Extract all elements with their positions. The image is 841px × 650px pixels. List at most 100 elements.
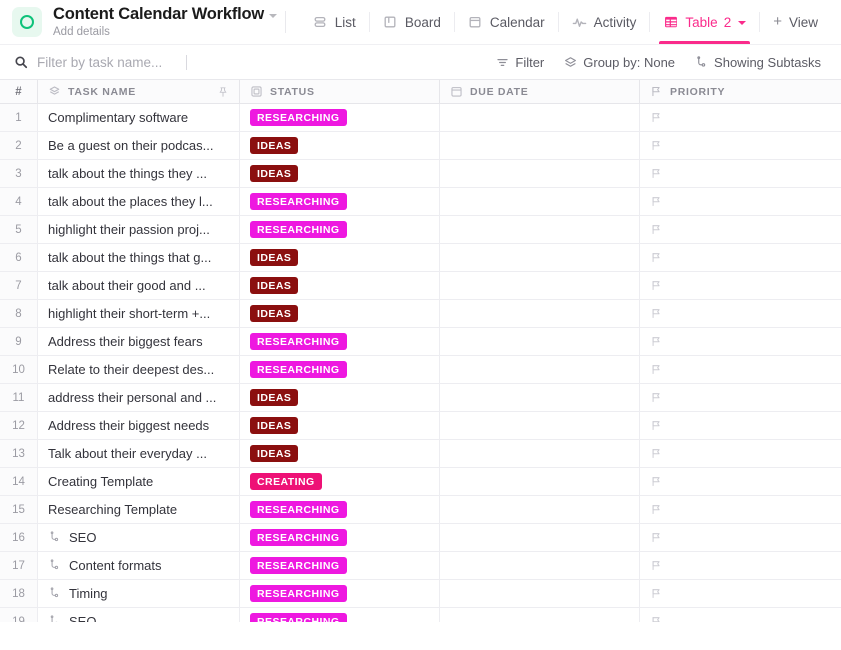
status-cell[interactable]: RESEARCHING <box>240 580 440 607</box>
flag-icon[interactable] <box>650 531 663 544</box>
priority-cell[interactable] <box>640 160 841 187</box>
task-name-cell[interactable]: Relate to their deepest des... <box>38 356 240 383</box>
due-date-cell[interactable] <box>440 104 640 131</box>
priority-cell[interactable] <box>640 356 841 383</box>
task-table[interactable]: # TASK NAME STATUS DUE DATE PRIORITY 1 C… <box>0 80 841 622</box>
task-name-cell[interactable]: Content formats <box>38 552 240 579</box>
task-name-cell[interactable]: SEO <box>38 608 240 622</box>
flag-icon[interactable] <box>650 615 663 622</box>
group-by-button[interactable]: Group by: None <box>556 51 683 74</box>
tab-board[interactable]: Board <box>370 0 454 44</box>
due-date-cell[interactable] <box>440 440 640 467</box>
due-date-cell[interactable] <box>440 356 640 383</box>
task-name-cell[interactable]: talk about the things that g... <box>38 244 240 271</box>
task-name-cell[interactable]: talk about the places they l... <box>38 188 240 215</box>
due-date-cell[interactable] <box>440 216 640 243</box>
flag-icon[interactable] <box>650 447 663 460</box>
priority-cell[interactable] <box>640 608 841 622</box>
table-row[interactable]: 11 address their personal and ... IDEAS <box>0 384 841 412</box>
search-container[interactable] <box>14 54 488 70</box>
flag-icon[interactable] <box>650 139 663 152</box>
priority-cell[interactable] <box>640 468 841 495</box>
due-date-cell[interactable] <box>440 580 640 607</box>
flag-icon[interactable] <box>650 195 663 208</box>
due-date-cell[interactable] <box>440 468 640 495</box>
status-cell[interactable]: RESEARCHING <box>240 552 440 579</box>
priority-cell[interactable] <box>640 104 841 131</box>
priority-cell[interactable] <box>640 132 841 159</box>
add-details-link[interactable]: Add details <box>53 25 277 39</box>
status-cell[interactable]: RESEARCHING <box>240 188 440 215</box>
task-name-cell[interactable]: Creating Template <box>38 468 240 495</box>
filter-button[interactable]: Filter <box>488 51 552 74</box>
due-date-cell[interactable] <box>440 244 640 271</box>
tab-activity[interactable]: Activity <box>559 0 650 44</box>
task-name-cell[interactable]: highlight their passion proj... <box>38 216 240 243</box>
flag-icon[interactable] <box>650 391 663 404</box>
table-row[interactable]: 5 highlight their passion proj... RESEARCH… <box>0 216 841 244</box>
table-row[interactable]: 17 Content formats RESEARCHING <box>0 552 841 580</box>
due-date-cell[interactable] <box>440 412 640 439</box>
task-name-cell[interactable]: address their personal and ... <box>38 384 240 411</box>
due-date-cell[interactable] <box>440 552 640 579</box>
flag-icon[interactable] <box>650 363 663 376</box>
priority-cell[interactable] <box>640 300 841 327</box>
task-name-cell[interactable]: talk about the things they ... <box>38 160 240 187</box>
task-name-cell[interactable]: SEO <box>38 524 240 551</box>
chevron-down-icon[interactable] <box>269 14 278 18</box>
table-row[interactable]: 8 highlight their short-term +... IDEAS <box>0 300 841 328</box>
add-view-button[interactable]: + View <box>760 0 831 44</box>
task-name-cell[interactable]: highlight their short-term +... <box>38 300 240 327</box>
task-name-cell[interactable]: talk about their good and ... <box>38 272 240 299</box>
task-name-cell[interactable]: Be a guest on their podcas... <box>38 132 240 159</box>
table-row[interactable]: 1 Complimentary software RESEARCHING <box>0 104 841 132</box>
due-date-cell[interactable] <box>440 132 640 159</box>
chevron-down-icon[interactable] <box>738 21 747 25</box>
priority-cell[interactable] <box>640 384 841 411</box>
table-row[interactable]: 14 Creating Template CREATING <box>0 468 841 496</box>
due-date-cell[interactable] <box>440 160 640 187</box>
priority-cell[interactable] <box>640 580 841 607</box>
table-row[interactable]: 18 Timing RESEARCHING <box>0 580 841 608</box>
table-row[interactable]: 15 Researching Template RESEARCHING <box>0 496 841 524</box>
table-row[interactable]: 16 SEO RESEARCHING <box>0 524 841 552</box>
flag-icon[interactable] <box>650 587 663 600</box>
flag-icon[interactable] <box>650 111 663 124</box>
search-input[interactable] <box>37 54 177 70</box>
flag-icon[interactable] <box>650 307 663 320</box>
task-name-cell[interactable]: Talk about their everyday ... <box>38 440 240 467</box>
flag-icon[interactable] <box>650 167 663 180</box>
due-date-cell[interactable] <box>440 328 640 355</box>
priority-cell[interactable] <box>640 524 841 551</box>
workspace-brand[interactable]: Content Calendar Workflow Add details <box>12 5 278 39</box>
status-cell[interactable]: RESEARCHING <box>240 356 440 383</box>
status-cell[interactable]: RESEARCHING <box>240 216 440 243</box>
priority-cell[interactable] <box>640 496 841 523</box>
table-row[interactable]: 7 talk about their good and ... IDEAS <box>0 272 841 300</box>
status-cell[interactable]: IDEAS <box>240 160 440 187</box>
due-date-cell[interactable] <box>440 608 640 622</box>
task-name-cell[interactable]: Researching Template <box>38 496 240 523</box>
table-row[interactable]: 4 talk about the places they l... RESEARCH… <box>0 188 841 216</box>
priority-cell[interactable] <box>640 552 841 579</box>
table-row[interactable]: 12 Address their biggest needs IDEAS <box>0 412 841 440</box>
column-header-task-name[interactable]: TASK NAME <box>38 80 240 103</box>
priority-cell[interactable] <box>640 328 841 355</box>
status-cell[interactable]: IDEAS <box>240 272 440 299</box>
table-row[interactable]: 3 talk about the things they ... IDEAS <box>0 160 841 188</box>
task-name-cell[interactable]: Address their biggest fears <box>38 328 240 355</box>
status-cell[interactable]: RESEARCHING <box>240 104 440 131</box>
flag-icon[interactable] <box>650 335 663 348</box>
status-cell[interactable]: RESEARCHING <box>240 328 440 355</box>
status-cell[interactable]: CREATING <box>240 468 440 495</box>
tab-list[interactable]: List <box>300 0 369 44</box>
due-date-cell[interactable] <box>440 300 640 327</box>
flag-icon[interactable] <box>650 251 663 264</box>
status-cell[interactable]: RESEARCHING <box>240 608 440 622</box>
due-date-cell[interactable] <box>440 272 640 299</box>
due-date-cell[interactable] <box>440 384 640 411</box>
priority-cell[interactable] <box>640 244 841 271</box>
pin-icon[interactable] <box>217 86 229 98</box>
due-date-cell[interactable] <box>440 188 640 215</box>
status-cell[interactable]: IDEAS <box>240 412 440 439</box>
